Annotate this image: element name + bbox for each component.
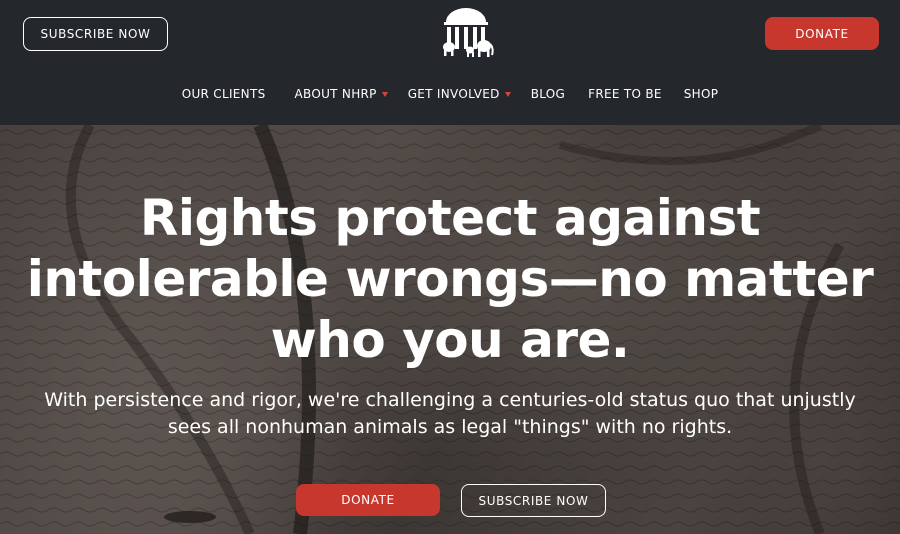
site-header: SUBSCRIBE NOW DONATE OUR CLIENTS ABOUT N…	[0, 0, 900, 125]
nav-item-label: GET INVOLVED	[407, 87, 500, 101]
nav-item-shop[interactable]: SHOP	[684, 86, 719, 102]
chevron-down-icon	[381, 91, 388, 97]
hero-headline-line: who you are.	[270, 311, 630, 369]
nav-item-label: SHOP	[683, 87, 719, 101]
nav-item-label: ABOUT NHRP	[294, 87, 377, 101]
hero-section: Rights protect against intolerable wrong…	[0, 125, 900, 534]
courthouse-elephants-logo[interactable]	[437, 8, 495, 58]
hero-headline-line: Rights protect against	[139, 189, 761, 247]
nav-item-label: OUR CLIENTS	[181, 87, 266, 101]
hero-headline-line: intolerable wrongs—no matter	[26, 250, 874, 308]
hero-subhead: With persistence and rigor, we're challe…	[0, 387, 900, 441]
chevron-down-icon	[504, 91, 511, 97]
subscribe-button[interactable]: SUBSCRIBE NOW	[23, 17, 168, 51]
hero-donate-button[interactable]: DONATE	[296, 484, 440, 516]
nav-item-free-to-be[interactable]: FREE TO BE	[588, 86, 662, 102]
donate-button[interactable]: DONATE	[765, 17, 879, 50]
nav-item-blog[interactable]: BLOG	[531, 86, 565, 102]
hero-subscribe-button[interactable]: SUBSCRIBE NOW	[461, 484, 606, 517]
nav-item-label: BLOG	[530, 87, 566, 101]
hero-headline: Rights protect against intolerable wrong…	[0, 188, 900, 371]
nav-item-get-involved[interactable]: GET INVOLVED	[408, 86, 511, 102]
nav-item-our-clients[interactable]: OUR CLIENTS	[182, 86, 266, 102]
nav-item-about-nhrp[interactable]: ABOUT NHRP	[295, 86, 388, 102]
hero-subhead-line: With persistence and rigor, we're challe…	[44, 389, 856, 411]
hero-subhead-line: sees all nonhuman animals as legal "thin…	[167, 416, 733, 438]
main-nav: OUR CLIENTS ABOUT NHRP GET INVOLVED BLOG…	[0, 86, 900, 102]
nav-item-label: FREE TO BE	[588, 87, 662, 101]
